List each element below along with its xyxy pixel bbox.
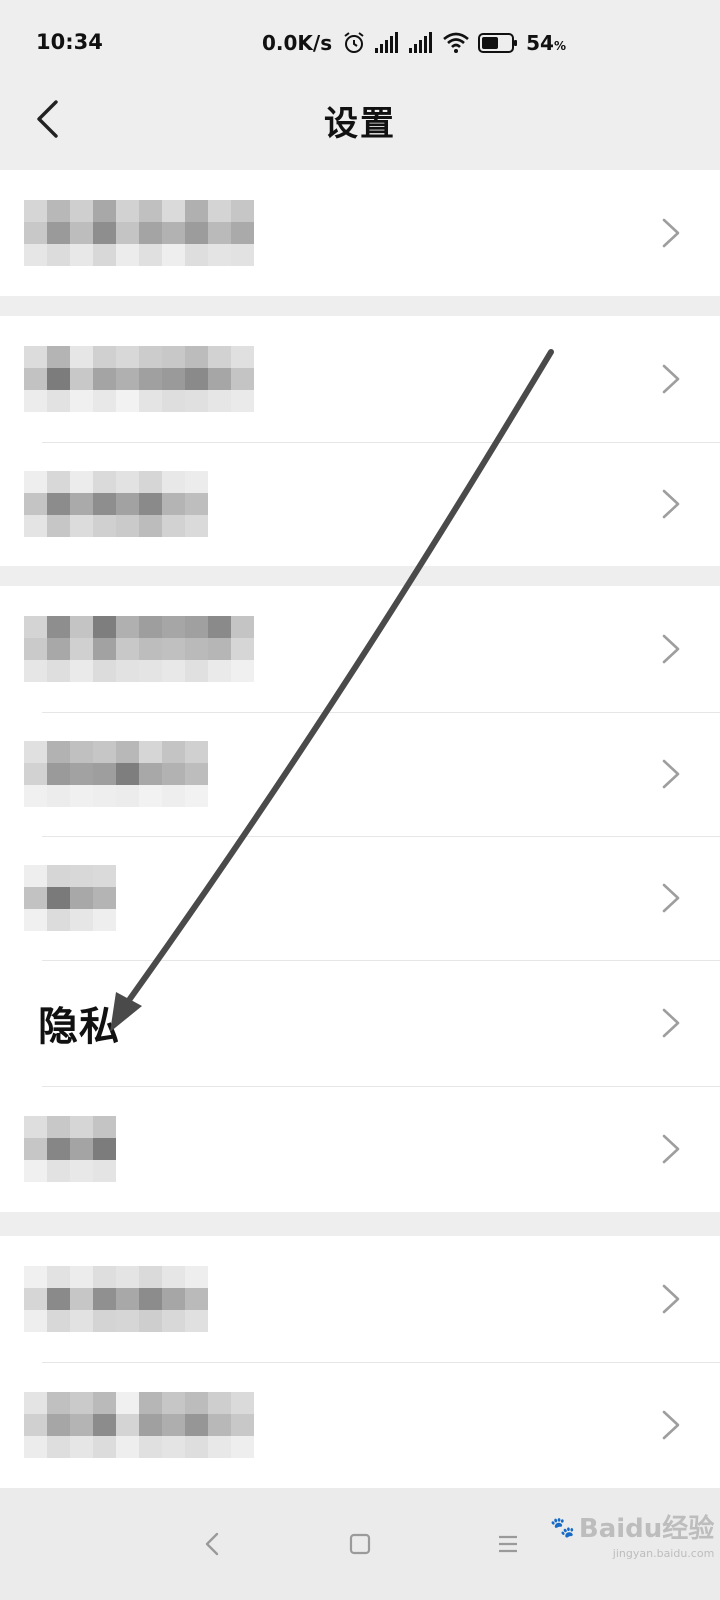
clock-time: 10:34 bbox=[36, 30, 103, 54]
signal-icon bbox=[409, 32, 433, 53]
page-title: 设置 bbox=[324, 104, 396, 144]
blurred-label bbox=[24, 471, 208, 537]
settings-row[interactable] bbox=[0, 836, 720, 960]
paw-icon: 🐾 bbox=[550, 1514, 575, 1539]
baidu-watermark: 🐾 Baidu经验 jingyan.baidu.com bbox=[550, 1508, 714, 1560]
chevron-right-icon bbox=[662, 883, 680, 913]
battery-icon bbox=[478, 33, 518, 53]
wifi-icon bbox=[443, 32, 469, 53]
network-speed: 0.0K/s bbox=[262, 31, 333, 55]
privacy-label: 隐私 bbox=[38, 1004, 120, 1050]
chevron-right-icon bbox=[662, 759, 680, 789]
blurred-label bbox=[24, 616, 254, 682]
chevron-right-icon bbox=[662, 634, 680, 664]
home-icon bbox=[349, 1533, 371, 1555]
settings-row[interactable] bbox=[0, 1362, 720, 1488]
chevron-right-icon bbox=[662, 364, 680, 394]
chevron-right-icon bbox=[662, 1284, 680, 1314]
chevron-right-icon bbox=[662, 218, 680, 248]
settings-row[interactable] bbox=[0, 586, 720, 712]
settings-row[interactable] bbox=[0, 442, 720, 566]
app-header: 设置 bbox=[0, 86, 720, 170]
blurred-label bbox=[24, 865, 116, 931]
chevron-right-icon bbox=[662, 489, 680, 519]
blurred-label bbox=[24, 741, 208, 807]
blurred-label bbox=[24, 1266, 208, 1332]
watermark-url: jingyan.baidu.com bbox=[612, 1547, 715, 1560]
settings-row[interactable] bbox=[0, 1236, 720, 1362]
menu-icon bbox=[499, 1535, 517, 1553]
settings-group-1 bbox=[0, 170, 720, 296]
signal-icon bbox=[375, 32, 399, 53]
battery-level: 54% bbox=[526, 31, 567, 55]
nav-home-button[interactable] bbox=[340, 1524, 380, 1564]
status-icons: 0.0K/s 54% bbox=[262, 28, 566, 58]
settings-row[interactable] bbox=[0, 316, 720, 442]
privacy-row[interactable]: 隐私 bbox=[0, 960, 720, 1086]
blurred-label bbox=[24, 1116, 116, 1182]
alarm-icon bbox=[344, 32, 364, 53]
settings-group-4 bbox=[0, 1236, 720, 1488]
status-bar: 10:34 0.0K/s 54% bbox=[0, 0, 720, 86]
settings-group-3: 隐私 bbox=[0, 586, 720, 1212]
blurred-label bbox=[24, 346, 254, 412]
settings-row[interactable] bbox=[0, 170, 720, 296]
watermark-brand: Baidu经验 bbox=[578, 1514, 715, 1544]
nav-back-button[interactable] bbox=[192, 1524, 232, 1564]
chevron-right-icon bbox=[662, 1008, 680, 1038]
chevron-right-icon bbox=[662, 1134, 680, 1164]
settings-row[interactable] bbox=[0, 712, 720, 836]
chevron-right-icon bbox=[662, 1410, 680, 1440]
nav-menu-button[interactable] bbox=[488, 1524, 528, 1564]
settings-row[interactable] bbox=[0, 1086, 720, 1212]
blurred-label bbox=[24, 200, 254, 266]
blurred-label bbox=[24, 1392, 254, 1458]
settings-group-2 bbox=[0, 316, 720, 566]
back-icon bbox=[205, 1532, 219, 1556]
